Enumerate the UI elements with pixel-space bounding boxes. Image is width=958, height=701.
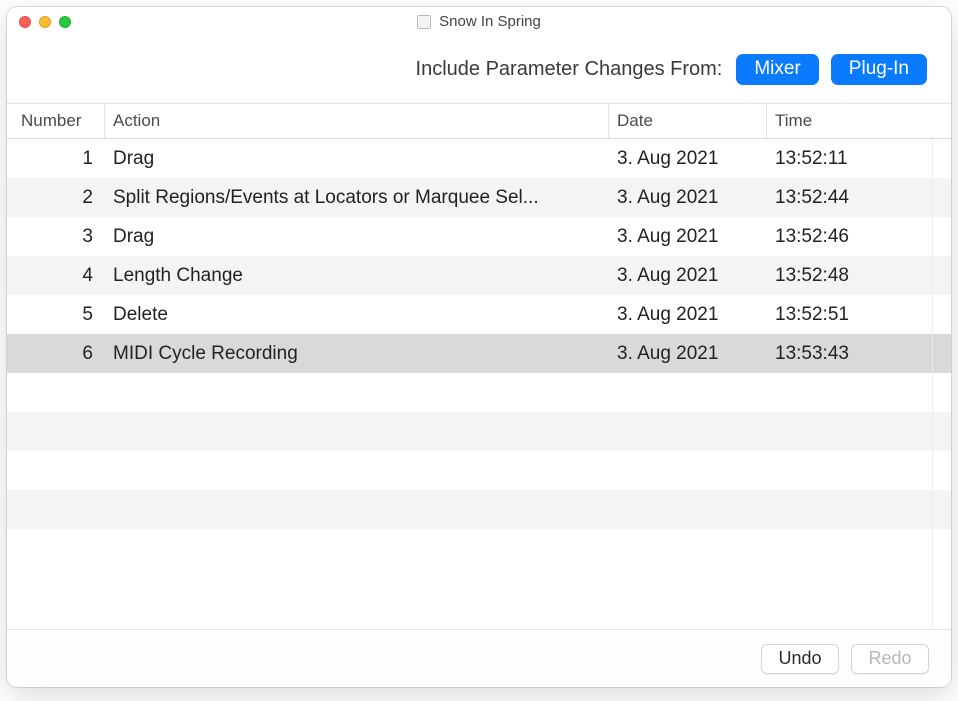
cell-date: 3. Aug 2021 [609, 304, 767, 326]
cell-action: Drag [105, 226, 609, 248]
document-icon [417, 15, 431, 29]
cell-action: Drag [105, 148, 609, 170]
close-icon[interactable] [19, 16, 31, 28]
cell-time: 13:52:11 [767, 148, 951, 170]
table-row[interactable]: 6MIDI Cycle Recording3. Aug 202113:53:43 [7, 334, 951, 373]
table-row-empty [7, 412, 951, 451]
cell-number: 6 [7, 343, 105, 365]
table-row[interactable]: 3Drag3. Aug 202113:52:46 [7, 217, 951, 256]
maximize-icon[interactable] [59, 16, 71, 28]
table-row[interactable]: 2Split Regions/Events at Locators or Mar… [7, 178, 951, 217]
redo-button[interactable]: Redo [851, 644, 929, 674]
table-row-empty [7, 373, 951, 412]
cell-date: 3. Aug 2021 [609, 187, 767, 209]
cell-date: 3. Aug 2021 [609, 148, 767, 170]
cell-time: 13:52:46 [767, 226, 951, 248]
titlebar[interactable]: Snow In Spring [7, 7, 951, 37]
cell-date: 3. Aug 2021 [609, 265, 767, 287]
cell-number: 2 [7, 187, 105, 209]
undo-history-window: Snow In Spring Include Parameter Changes… [7, 7, 951, 687]
table-row[interactable]: 1Drag3. Aug 202113:52:11 [7, 139, 951, 178]
cell-time: 13:52:48 [767, 265, 951, 287]
column-header-action[interactable]: Action [105, 104, 609, 138]
column-header-time[interactable]: Time [767, 104, 951, 138]
cell-action: Split Regions/Events at Locators or Marq… [105, 187, 609, 209]
undo-button[interactable]: Undo [761, 644, 839, 674]
column-header-date[interactable]: Date [609, 104, 767, 138]
history-table: Number Action Date Time 1Drag3. Aug 2021… [7, 103, 951, 629]
cell-number: 5 [7, 304, 105, 326]
cell-action: Length Change [105, 265, 609, 287]
table-body: 1Drag3. Aug 202113:52:112Split Regions/E… [7, 139, 951, 568]
column-header-number[interactable]: Number [7, 104, 105, 138]
table-header: Number Action Date Time [7, 103, 951, 139]
cell-action: MIDI Cycle Recording [105, 343, 609, 365]
table-row-empty [7, 451, 951, 490]
table-row-empty [7, 490, 951, 529]
cell-number: 1 [7, 148, 105, 170]
cell-date: 3. Aug 2021 [609, 343, 767, 365]
plugin-button[interactable]: Plug-In [831, 54, 927, 85]
table-row[interactable]: 5Delete3. Aug 202113:52:51 [7, 295, 951, 334]
cell-time: 13:53:43 [767, 343, 951, 365]
table-row[interactable]: 4Length Change3. Aug 202113:52:48 [7, 256, 951, 295]
parameter-changes-label: Include Parameter Changes From: [416, 58, 723, 81]
cell-date: 3. Aug 2021 [609, 226, 767, 248]
window-controls [19, 16, 71, 28]
cell-number: 3 [7, 226, 105, 248]
cell-time: 13:52:44 [767, 187, 951, 209]
cell-number: 4 [7, 265, 105, 287]
cell-time: 13:52:51 [767, 304, 951, 326]
footer: Undo Redo [7, 629, 951, 687]
toolbar: Include Parameter Changes From: Mixer Pl… [7, 37, 951, 103]
mixer-button[interactable]: Mixer [736, 54, 818, 85]
cell-action: Delete [105, 304, 609, 326]
minimize-icon[interactable] [39, 16, 51, 28]
window-title: Snow In Spring [439, 13, 541, 30]
table-right-edge [932, 139, 933, 629]
table-row-empty [7, 529, 951, 568]
